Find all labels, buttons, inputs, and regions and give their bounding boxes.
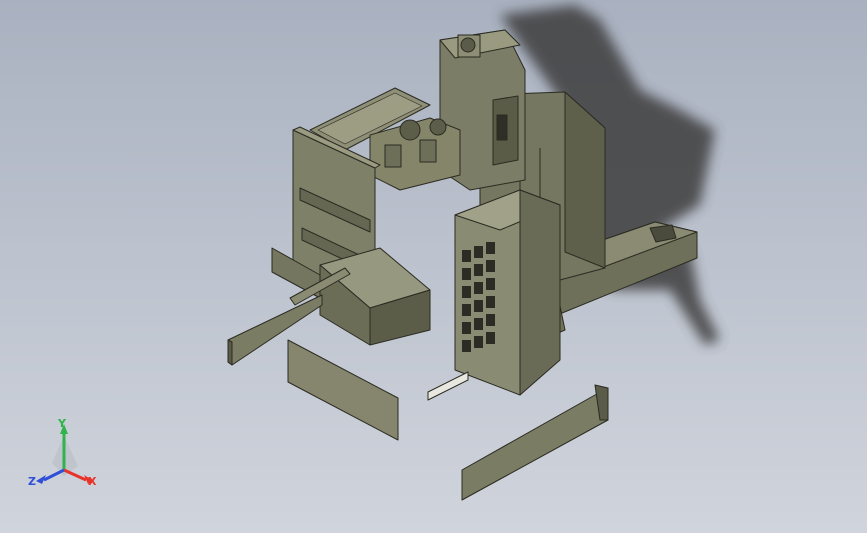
machine-assembly-model[interactable] (0, 0, 867, 533)
work-table[interactable] (319, 247, 431, 346)
small-bracket[interactable] (427, 371, 469, 401)
y-axis-label: Y (58, 417, 66, 430)
view-orientation-triad[interactable]: Y X Z (22, 418, 112, 498)
right-plate[interactable] (461, 384, 609, 501)
z-axis-label: Z (28, 475, 36, 488)
center-plate[interactable] (287, 339, 399, 441)
cad-viewport[interactable]: Y X Z (0, 0, 867, 533)
x-axis-label: X (88, 475, 97, 488)
front-door-panel[interactable] (454, 189, 561, 396)
